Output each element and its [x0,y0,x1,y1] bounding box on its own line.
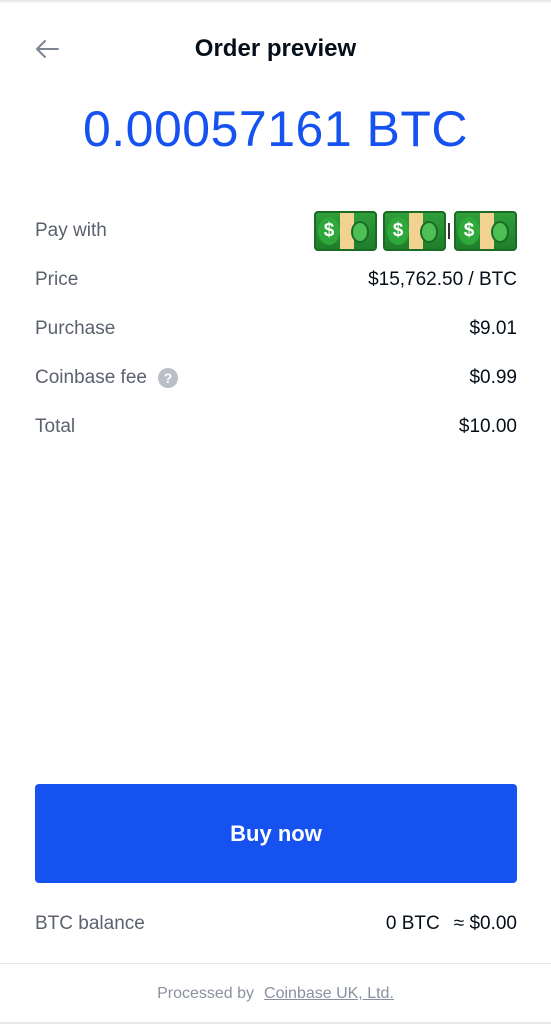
pay-with-row[interactable]: Pay with $ $ $ [35,206,517,255]
payment-method[interactable]: $ $ $ [314,210,517,251]
pay-with-label: Pay with [35,219,107,241]
balance-usd: ≈ $0.00 [453,913,517,934]
balance-label: BTC balance [35,913,145,934]
header: Order preview [0,24,551,74]
btc-balance-row: BTC balance 0 BTC ≈ $0.00 [35,900,517,948]
price-row: Price $15,762.50 / BTC [35,255,517,304]
top-divider [0,0,551,4]
balance-values: 0 BTC ≈ $0.00 [386,913,517,935]
purchase-label: Purchase [35,317,116,339]
money-bill-icon: $ [454,210,517,251]
footer: Processed by Coinbase UK, Ltd. [0,963,551,1024]
money-bill-icon: $ [314,210,377,251]
money-bill-icon: $ [383,210,446,251]
page-title: Order preview [194,35,357,62]
buy-now-button[interactable]: Buy now [35,784,517,883]
fee-value: $0.99 [469,366,517,388]
total-value: $10.00 [458,415,517,437]
price-value: $15,762.50 / BTC [368,268,517,290]
coinbase-uk-link[interactable]: Coinbase UK, Ltd. [264,985,394,1003]
footer-text: Processed by [157,985,255,1002]
purchase-value: $9.01 [469,317,517,339]
fee-row: Coinbase fee ? $0.99 [35,353,517,402]
fee-label: Coinbase fee ? [35,367,178,389]
purchase-row: Purchase $9.01 [35,304,517,353]
total-label: Total [35,415,76,437]
order-amount: 0.00057161 BTC [82,101,469,157]
fee-label-text: Coinbase fee [35,366,147,388]
question-mark-icon[interactable]: ? [157,367,178,388]
order-details: Pay with $ $ $ Price $15,762.50 / BTC Pu… [35,206,517,451]
cursor-mark [448,222,450,239]
total-row: Total $10.00 [35,402,517,451]
price-label: Price [35,268,79,290]
balance-btc: 0 BTC [385,913,440,934]
